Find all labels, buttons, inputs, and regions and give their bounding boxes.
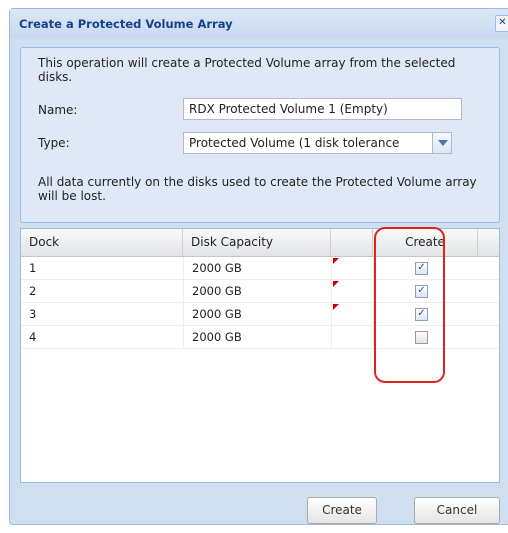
- dock-cell: 1: [29, 261, 37, 275]
- cancel-button[interactable]: Cancel: [414, 497, 500, 524]
- create-cell: ✓: [373, 257, 478, 279]
- column-header-blank[interactable]: [331, 229, 373, 256]
- modified-marker-icon: [333, 258, 339, 264]
- create-checkbox[interactable]: [415, 331, 428, 344]
- column-header-create[interactable]: Create: [373, 229, 478, 256]
- capacity-cell: 2000 GB: [183, 257, 331, 279]
- table-row[interactable]: 4 2000 GB: [21, 326, 499, 349]
- create-checkbox[interactable]: ✓: [415, 285, 428, 298]
- table-row[interactable]: 2 2000 GB ✓: [21, 280, 499, 303]
- form-panel: This operation will create a Protected V…: [20, 47, 500, 223]
- create-cell: ✓: [373, 280, 478, 302]
- dialog-titlebar[interactable]: Create a Protected Volume Array ✕: [10, 9, 508, 38]
- create-checkbox[interactable]: ✓: [415, 262, 428, 275]
- dock-cell: 3: [29, 307, 37, 321]
- capacity-cell: 2000 GB: [183, 303, 331, 325]
- chevron-down-icon: [438, 140, 448, 146]
- grid-header: Dock Disk Capacity Create: [21, 229, 499, 257]
- type-select[interactable]: Protected Volume (1 disk tolerance: [183, 132, 432, 154]
- name-label: Name:: [38, 103, 78, 117]
- create-cell: ✓: [373, 303, 478, 325]
- description-text: This operation will create a Protected V…: [38, 56, 456, 84]
- create-cell: [373, 326, 478, 348]
- dialog-title: Create a Protected Volume Array: [19, 17, 233, 31]
- dock-cell: 4: [29, 330, 37, 344]
- capacity-cell: 2000 GB: [183, 326, 331, 348]
- type-label: Type:: [38, 136, 70, 150]
- column-header-capacity[interactable]: Disk Capacity: [183, 229, 331, 256]
- dock-cell: 2: [29, 284, 37, 298]
- create-button[interactable]: Create: [307, 497, 377, 524]
- column-header-dock[interactable]: Dock: [21, 229, 183, 256]
- modified-marker-icon: [333, 304, 339, 310]
- table-row[interactable]: 1 2000 GB ✓: [21, 257, 499, 280]
- table-row[interactable]: 3 2000 GB ✓: [21, 303, 499, 326]
- name-input[interactable]: RDX Protected Volume 1 (Empty): [183, 98, 462, 120]
- dialog-window: Create a Protected Volume Array ✕ This o…: [9, 8, 508, 525]
- capacity-cell: 2000 GB: [183, 280, 331, 302]
- blank-cell: [331, 326, 373, 348]
- create-checkbox[interactable]: ✓: [415, 308, 428, 321]
- disk-grid: Dock Disk Capacity Create 1 2000 GB ✓ 2 …: [20, 228, 500, 483]
- close-icon[interactable]: ✕: [495, 15, 508, 32]
- warning-text: All data currently on the disks used to …: [38, 175, 477, 203]
- modified-marker-icon: [333, 281, 339, 287]
- type-dropdown-button[interactable]: [432, 132, 452, 154]
